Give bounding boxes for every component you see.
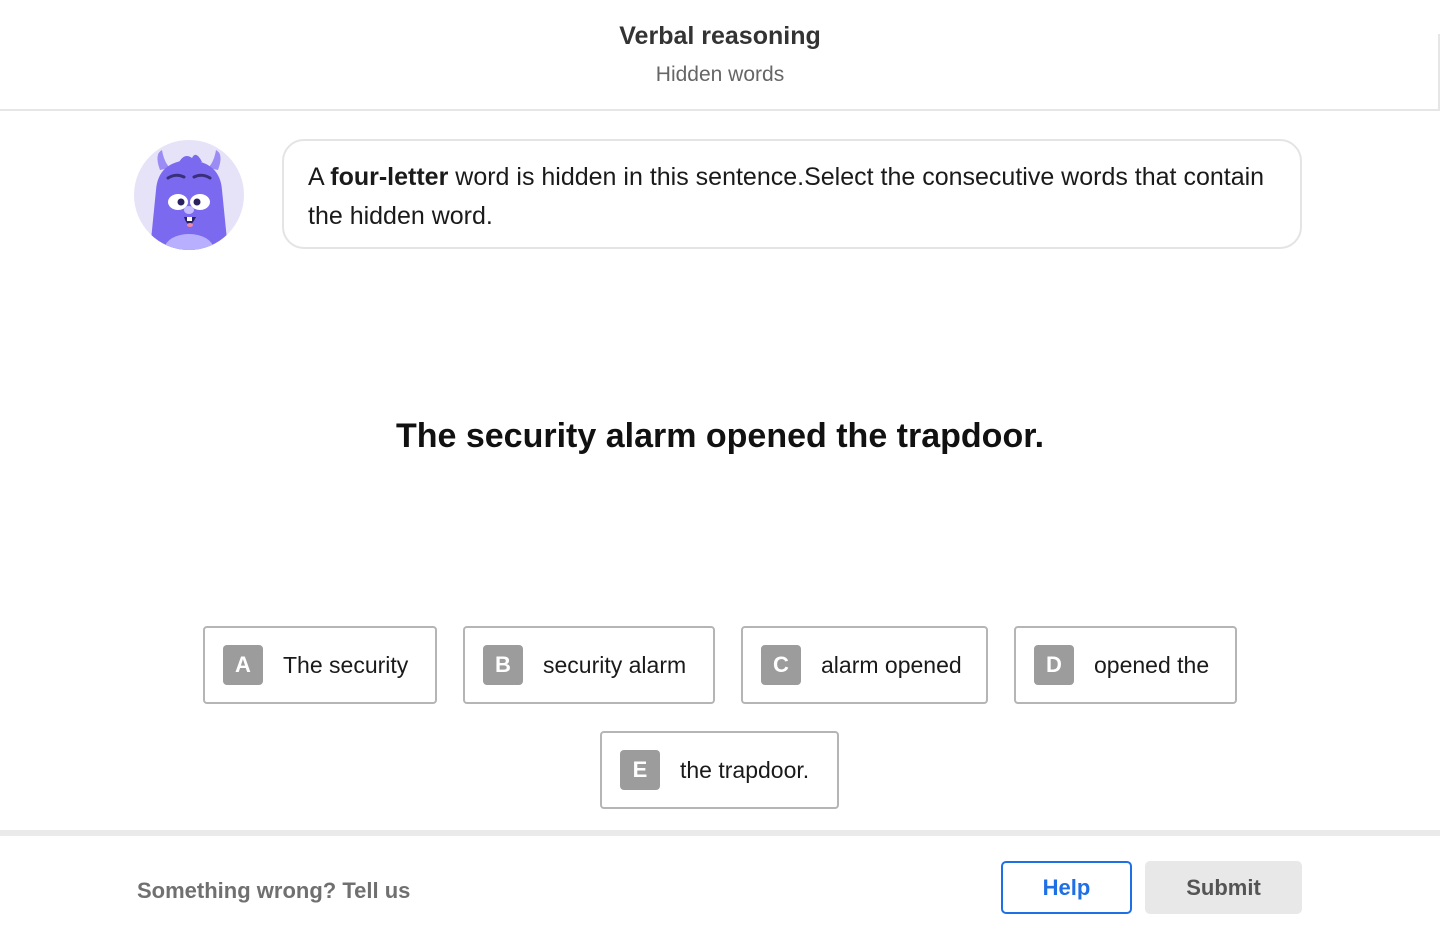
option-a-button[interactable]: A The security: [203, 626, 437, 704]
instruction-prefix: A: [308, 163, 331, 191]
option-letter-badge: A: [223, 645, 263, 685]
option-label: the trapdoor.: [680, 756, 810, 783]
mascot-avatar-icon: [134, 140, 244, 250]
option-letter-badge: D: [1034, 645, 1074, 685]
instruction-bubble: A four-letter word is hidden in this sen…: [282, 139, 1302, 249]
report-problem-link[interactable]: Something wrong? Tell us: [137, 878, 410, 904]
option-c-button[interactable]: C alarm opened: [741, 626, 988, 704]
option-b-button[interactable]: B security alarm: [463, 626, 715, 704]
option-letter-badge: B: [483, 645, 523, 685]
option-label: The security: [283, 651, 409, 678]
submit-button[interactable]: Submit: [1145, 861, 1302, 914]
question-sentence: The security alarm opened the trapdoor.: [395, 417, 1045, 455]
option-label: security alarm: [543, 651, 687, 678]
quiz-page: Verbal reasoning Hidden words A four-let…: [0, 0, 1440, 940]
instruction-emphasis: four-letter: [330, 163, 449, 191]
option-letter-badge: C: [761, 645, 801, 685]
option-d-button[interactable]: D opened the: [1014, 626, 1237, 704]
option-label: alarm opened: [821, 651, 962, 678]
instruction-suffix: word is hidden in this sentence.Select t…: [308, 163, 1265, 230]
page-title: Verbal reasoning: [619, 22, 821, 50]
help-button[interactable]: Help: [1001, 861, 1132, 914]
page-subtitle: Hidden words: [655, 63, 785, 86]
option-label: opened the: [1094, 651, 1210, 678]
header: Verbal reasoning Hidden words: [0, 0, 1440, 111]
option-e-button[interactable]: E the trapdoor.: [600, 731, 839, 809]
option-letter-badge: E: [620, 750, 660, 790]
footer-bar: Something wrong? Tell us Help Submit: [0, 830, 1440, 940]
